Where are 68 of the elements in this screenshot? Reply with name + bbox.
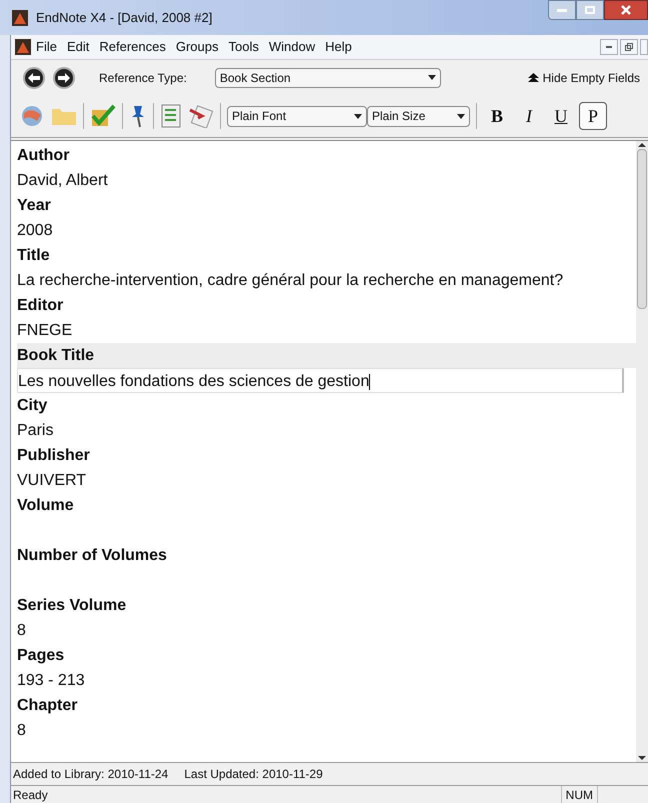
font-dropdown[interactable]: Plain Font <box>227 106 367 126</box>
scrollbar-thumb[interactable] <box>637 149 647 309</box>
caret-icon <box>457 114 465 118</box>
checkmark-icon[interactable] <box>90 104 116 128</box>
updated-date: Last Updated: 2010-11-29 <box>184 766 323 783</box>
field-value[interactable]: 8 <box>17 718 636 743</box>
field-value[interactable]: La recherche-intervention, cadre général pour la recherche en management? <box>17 268 636 293</box>
maximize-button[interactable] <box>576 0 604 20</box>
field-value[interactable]: Paris <box>17 418 636 443</box>
caret-icon <box>428 75 436 80</box>
mdi-minimize-button[interactable] <box>600 39 618 55</box>
field-label: Chapter <box>17 696 78 716</box>
close-icon <box>621 5 631 15</box>
field-label: Pages <box>17 646 66 666</box>
reference-type-label: Reference Type: <box>99 70 187 86</box>
restore-icon <box>625 43 633 51</box>
field-label: Book Title <box>17 343 636 368</box>
underline-button[interactable]: U <box>547 102 575 130</box>
field-value[interactable]: VUIVERT <box>17 468 636 493</box>
field-value[interactable]: 8 <box>17 618 636 643</box>
back-button[interactable] <box>23 66 45 88</box>
status-text: Ready <box>13 786 48 803</box>
minimize-icon <box>606 46 612 48</box>
double-up-arrow-icon <box>528 72 539 82</box>
menu-item[interactable]: Window <box>264 37 320 57</box>
field-value[interactable]: 2008 <box>17 218 636 243</box>
field-value[interactable]: David, Albert <box>17 168 636 193</box>
menu-item[interactable]: References <box>94 37 171 57</box>
window-title: EndNote X4 - [David, 2008 #2] <box>36 8 212 27</box>
field-value[interactable]: FNEGE <box>17 318 636 343</box>
caret-icon <box>354 114 362 118</box>
left-arrow-icon <box>28 72 40 82</box>
added-date: Added to Library: 2010-11-24 <box>13 766 168 783</box>
checklist-icon[interactable] <box>160 104 182 128</box>
menu-item[interactable]: Tools <box>223 37 264 57</box>
field-label: Number of Volumes <box>17 546 168 566</box>
app-logo-icon <box>12 10 28 26</box>
italic-button[interactable]: I <box>515 102 543 130</box>
bold-button[interactable]: B <box>483 102 511 130</box>
maximize-icon <box>585 6 595 14</box>
field-label: Year <box>17 196 52 216</box>
mdi-restore-button[interactable] <box>620 39 638 55</box>
field-label: Editor <box>17 296 64 316</box>
plain-button[interactable]: P <box>579 102 607 130</box>
field-value[interactable]: Les nouvelles fondations des sciences de gestion <box>17 368 624 393</box>
field-label: City <box>17 396 48 416</box>
close-button[interactable] <box>604 0 648 20</box>
field-label: Title <box>17 246 51 266</box>
app-logo-icon <box>15 39 31 55</box>
field-label: Series Volume <box>17 596 128 616</box>
field-label: Publisher <box>17 446 91 466</box>
num-lock-indicator: NUM <box>560 786 598 803</box>
minimize-button[interactable] <box>548 0 576 20</box>
field-label: Author <box>17 146 70 166</box>
field-label: Volume <box>17 496 75 516</box>
globe-icon[interactable] <box>19 105 45 127</box>
right-arrow-icon <box>58 72 70 82</box>
forward-button[interactable] <box>53 66 75 88</box>
field-value[interactable]: 193 - 213 <box>17 668 636 693</box>
minimize-icon <box>557 8 567 12</box>
menu-item[interactable]: File <box>31 37 62 57</box>
menu-item[interactable]: Help <box>320 37 357 57</box>
menu-item[interactable]: Groups <box>170 37 224 57</box>
size-dropdown[interactable]: Plain Size <box>367 106 470 126</box>
scrollbar[interactable] <box>636 141 648 762</box>
hide-empty-fields-button[interactable]: Hide Empty Fields <box>528 68 640 86</box>
menu-item[interactable]: Edit <box>62 37 94 57</box>
reference-type-dropdown[interactable]: Book Section <box>214 68 441 88</box>
